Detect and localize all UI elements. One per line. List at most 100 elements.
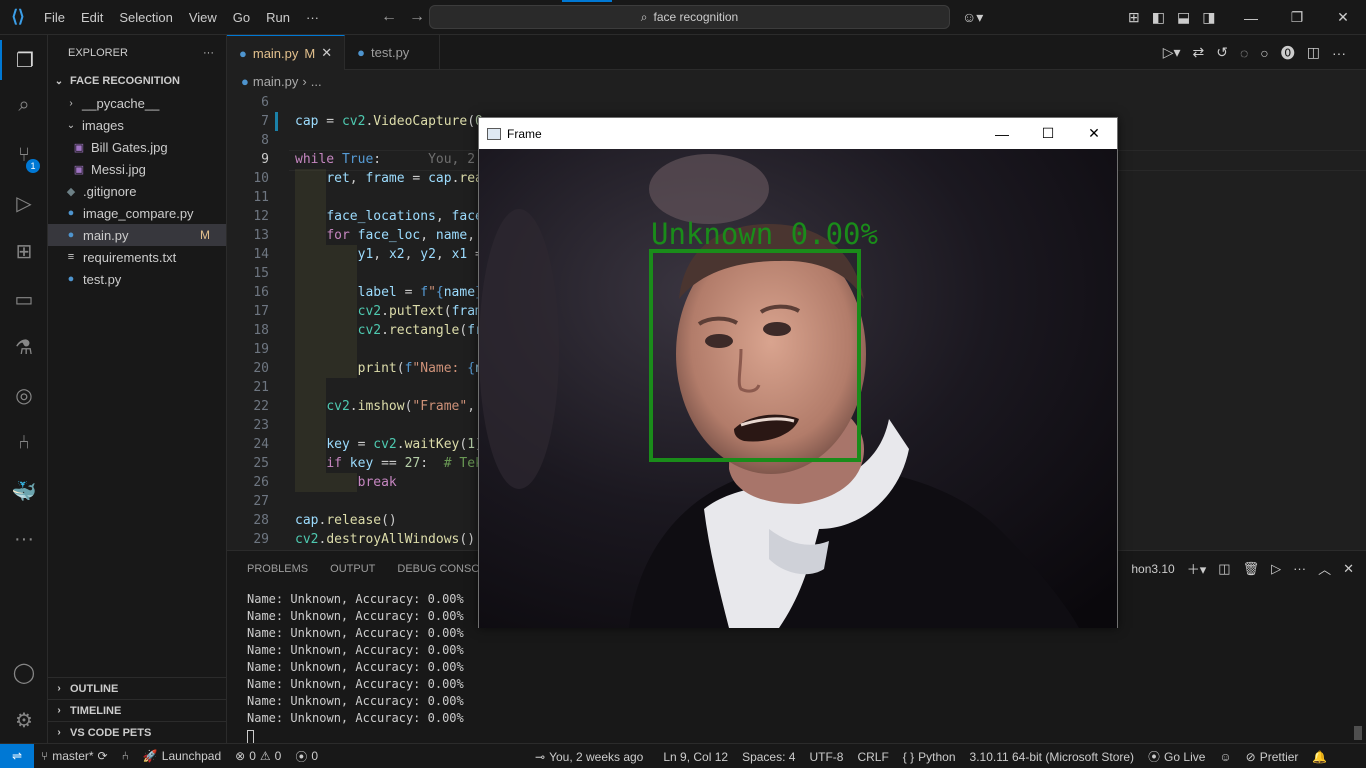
- tree-file-image-compare[interactable]: ● image_compare.py: [48, 202, 226, 224]
- broadcast-icon: ⦿: [295, 749, 308, 764]
- more-actions-icon[interactable]: ···: [1293, 561, 1306, 576]
- gitlens-blame-icon[interactable]: ⓿: [1281, 43, 1295, 63]
- customize-layout-icon[interactable]: ⊞: [1128, 9, 1140, 26]
- git-graph-icon[interactable]: ⑃: [0, 423, 48, 463]
- menu-edit[interactable]: Edit: [73, 10, 111, 25]
- explorer-icon[interactable]: ❐: [0, 40, 48, 80]
- copilot-icon[interactable]: ☺▾: [962, 9, 983, 26]
- tab-main-py[interactable]: ● main.py M ✕: [227, 35, 346, 70]
- split-terminal-icon[interactable]: ◫: [1218, 561, 1230, 577]
- menu-selection[interactable]: Selection: [111, 10, 180, 25]
- close-icon[interactable]: ✕: [1320, 0, 1366, 35]
- previous-change-icon[interactable]: ◌: [1240, 45, 1248, 61]
- menu-more[interactable]: ···: [298, 10, 327, 25]
- frame-title-bar[interactable]: Frame — ☐ ✕: [479, 118, 1117, 149]
- prettier-status[interactable]: ⊘ Prettier: [1239, 750, 1306, 764]
- gitlens-icon[interactable]: ◎: [0, 375, 48, 415]
- tree-label: Messi.jpg: [91, 161, 146, 177]
- remote-explorer-icon[interactable]: ▭: [0, 279, 48, 319]
- minimize-icon[interactable]: —: [1228, 0, 1274, 35]
- problems-status[interactable]: ⊗ 0 ⚠ 0: [228, 749, 288, 763]
- timeline-section[interactable]: › TIMELINE: [48, 699, 227, 721]
- trash-icon[interactable]: 🗑: [1243, 561, 1260, 577]
- ports-count: 0: [311, 749, 319, 763]
- tab-problems[interactable]: PROBLEMS: [247, 563, 308, 575]
- language-mode[interactable]: { } Python: [896, 750, 963, 764]
- gitlens-status[interactable]: ⑃: [115, 749, 136, 763]
- settings-gear-icon[interactable]: ⚙: [0, 700, 48, 740]
- extensions-icon[interactable]: ⊞: [0, 231, 48, 271]
- split-editor-icon[interactable]: ◫: [1307, 44, 1320, 61]
- run-icon[interactable]: ▷: [1271, 561, 1281, 577]
- search-view-icon[interactable]: ⌕: [0, 85, 48, 125]
- tree-file-bill-gates[interactable]: ▣ Bill Gates.jpg: [48, 136, 226, 158]
- python-interpreter[interactable]: 3.10.11 64-bit (Microsoft Store): [963, 750, 1142, 764]
- outline-section[interactable]: › OUTLINE: [48, 677, 227, 699]
- workspace-root[interactable]: ⌄ FACE RECOGNITION: [48, 70, 226, 92]
- close-panel-icon[interactable]: ✕: [1343, 561, 1354, 577]
- account-icon[interactable]: ◯: [0, 652, 48, 692]
- menu-file[interactable]: File: [36, 10, 73, 25]
- next-change-icon[interactable]: ○: [1260, 45, 1268, 61]
- blame-status[interactable]: ⊸ You, 2 weeks ago: [528, 750, 650, 764]
- docker-icon[interactable]: 🐳: [0, 471, 48, 511]
- close-icon[interactable]: ✕: [321, 45, 332, 61]
- compare-changes-icon[interactable]: ⇄: [1193, 44, 1205, 61]
- chevron-right-icon: ›: [57, 683, 61, 694]
- indentation[interactable]: Spaces: 4: [735, 750, 802, 764]
- go-live-status[interactable]: ⦿ Go Live: [1141, 748, 1212, 765]
- end-of-line[interactable]: CRLF: [850, 750, 895, 764]
- branch-status[interactable]: ⑂ master* ⟳: [34, 749, 115, 763]
- tree-file-gitignore[interactable]: ◆ .gitignore: [48, 180, 226, 202]
- open-changes-icon[interactable]: ↺: [1216, 44, 1228, 61]
- cursor-position[interactable]: Ln 9, Col 12: [656, 750, 735, 764]
- restore-icon[interactable]: ❐: [1274, 0, 1320, 35]
- line-number: 25: [253, 456, 269, 471]
- testing-icon[interactable]: ⚗: [0, 327, 48, 367]
- maximize-panel-icon[interactable]: ︿: [1318, 559, 1331, 578]
- branch-icon: ⑂: [41, 749, 49, 763]
- more-views-icon[interactable]: ···: [0, 519, 48, 559]
- terminal-scrollbar[interactable]: [1354, 726, 1362, 740]
- tree-folder-pycache[interactable]: › __pycache__: [48, 92, 226, 114]
- terminal-name[interactable]: hon3.10: [1131, 562, 1174, 576]
- tab-test-py[interactable]: ● test.py: [345, 35, 441, 70]
- vscode-pets-section[interactable]: › VS CODE PETS: [48, 721, 227, 743]
- tree-file-main[interactable]: ● main.py M: [48, 224, 226, 246]
- tab-output[interactable]: OUTPUT: [330, 563, 375, 575]
- notifications-status[interactable]: 🔔: [1305, 750, 1334, 764]
- launchpad-status[interactable]: 🚀 Launchpad: [136, 749, 228, 763]
- tree-folder-images[interactable]: ⌄ images: [48, 114, 226, 136]
- toggle-secondary-sidebar-icon[interactable]: ◨: [1202, 9, 1215, 26]
- menu-go[interactable]: Go: [225, 10, 258, 25]
- remote-indicator-icon[interactable]: ⇌: [0, 743, 34, 768]
- menu-run[interactable]: Run: [258, 10, 298, 25]
- breadcrumb-symbol[interactable]: ...: [311, 74, 322, 89]
- line-number: 8: [261, 133, 269, 148]
- ports-status[interactable]: ⦿ 0: [288, 748, 325, 765]
- tree-file-messi[interactable]: ▣ Messi.jpg: [48, 158, 226, 180]
- tree-file-test[interactable]: ● test.py: [48, 268, 226, 290]
- command-center-search[interactable]: ⌕ face recognition: [429, 5, 950, 29]
- encoding[interactable]: UTF-8: [802, 750, 850, 764]
- minimize-icon[interactable]: —: [979, 118, 1025, 149]
- new-terminal-icon[interactable]: ＋▾: [1187, 559, 1207, 578]
- toggle-panel-icon[interactable]: ⬓: [1177, 9, 1190, 26]
- forward-arrow-icon[interactable]: →: [409, 8, 425, 26]
- back-arrow-icon[interactable]: ←: [381, 8, 397, 26]
- terminal-output[interactable]: Name: Unknown, Accuracy: 0.00% Name: Unk…: [247, 591, 464, 744]
- tree-file-requirements[interactable]: ≡ requirements.txt: [48, 246, 226, 268]
- run-debug-icon[interactable]: ▷: [0, 183, 48, 223]
- more-actions-icon[interactable]: ···: [203, 47, 214, 59]
- toggle-sidebar-icon[interactable]: ◧: [1152, 9, 1165, 26]
- maximize-icon[interactable]: ☐: [1025, 118, 1071, 149]
- source-control-icon[interactable]: ⑂ 1: [0, 135, 48, 175]
- copilot-status[interactable]: ☺: [1212, 750, 1238, 764]
- more-actions-icon[interactable]: ···: [1332, 45, 1346, 61]
- line-number: 24: [253, 437, 269, 452]
- section-label: VS CODE PETS: [70, 726, 152, 739]
- menu-view[interactable]: View: [181, 10, 225, 25]
- close-icon[interactable]: ✕: [1071, 118, 1117, 149]
- breadcrumb-file[interactable]: main.py: [253, 74, 299, 89]
- run-file-icon[interactable]: ▷▾: [1163, 44, 1181, 61]
